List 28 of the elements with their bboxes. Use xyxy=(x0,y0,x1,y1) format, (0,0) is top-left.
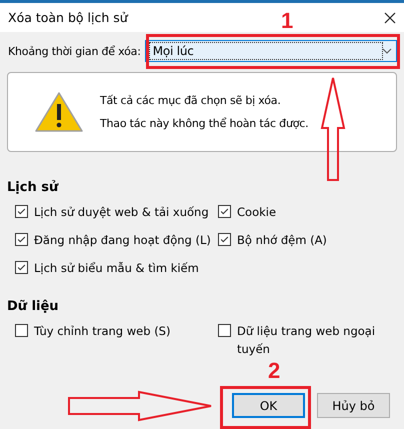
checkbox-label[interactable]: Lịch sử biểu mẫu & tìm kiếm xyxy=(34,259,199,277)
dialog-button[interactable]: Hủy bỏ xyxy=(317,393,390,418)
section-heading: Lịch sử xyxy=(6,179,60,195)
checkbox-label[interactable]: Dữ liệu trang web ngoại tuyến xyxy=(237,322,404,358)
checkbox[interactable] xyxy=(15,261,28,274)
chevron-down-icon xyxy=(382,48,392,54)
checkbox[interactable] xyxy=(15,324,28,337)
checkbox-label[interactable]: Đăng nhập đang hoạt động (L) xyxy=(34,231,211,249)
checkbox-label[interactable]: Tùy chỉnh trang web (S) xyxy=(34,322,170,340)
checkbox[interactable] xyxy=(218,205,231,218)
warning-icon xyxy=(34,91,84,133)
checkbox[interactable] xyxy=(15,233,28,246)
step-number: 1 xyxy=(281,8,294,34)
dialog-button[interactable]: OK xyxy=(232,393,305,418)
checkbox-label[interactable]: Lịch sử duyệt web & tải xuống xyxy=(34,203,209,221)
warning-text: Tất cả các mục đã chọn sẽ bị xóa. xyxy=(100,94,282,107)
section-heading: Dữ liệu xyxy=(6,298,60,314)
field-label: Khoảng thời gian để xóa: xyxy=(8,44,141,58)
time-range-dropdown[interactable]: Mọi lúc xyxy=(144,40,397,62)
close-icon[interactable] xyxy=(384,12,396,24)
window-title: Xóa toàn bộ lịch sử xyxy=(8,10,128,25)
checkbox-label[interactable]: Bộ nhớ đệm (A) xyxy=(237,231,327,249)
warning-text: Thao tác này không thể hoàn tác được. xyxy=(100,117,308,130)
checkbox[interactable] xyxy=(218,233,231,246)
step-number: 2 xyxy=(268,358,280,384)
checkbox[interactable] xyxy=(15,205,28,218)
checkbox-label[interactable]: Cookie xyxy=(237,203,276,221)
checkbox[interactable] xyxy=(218,324,231,337)
